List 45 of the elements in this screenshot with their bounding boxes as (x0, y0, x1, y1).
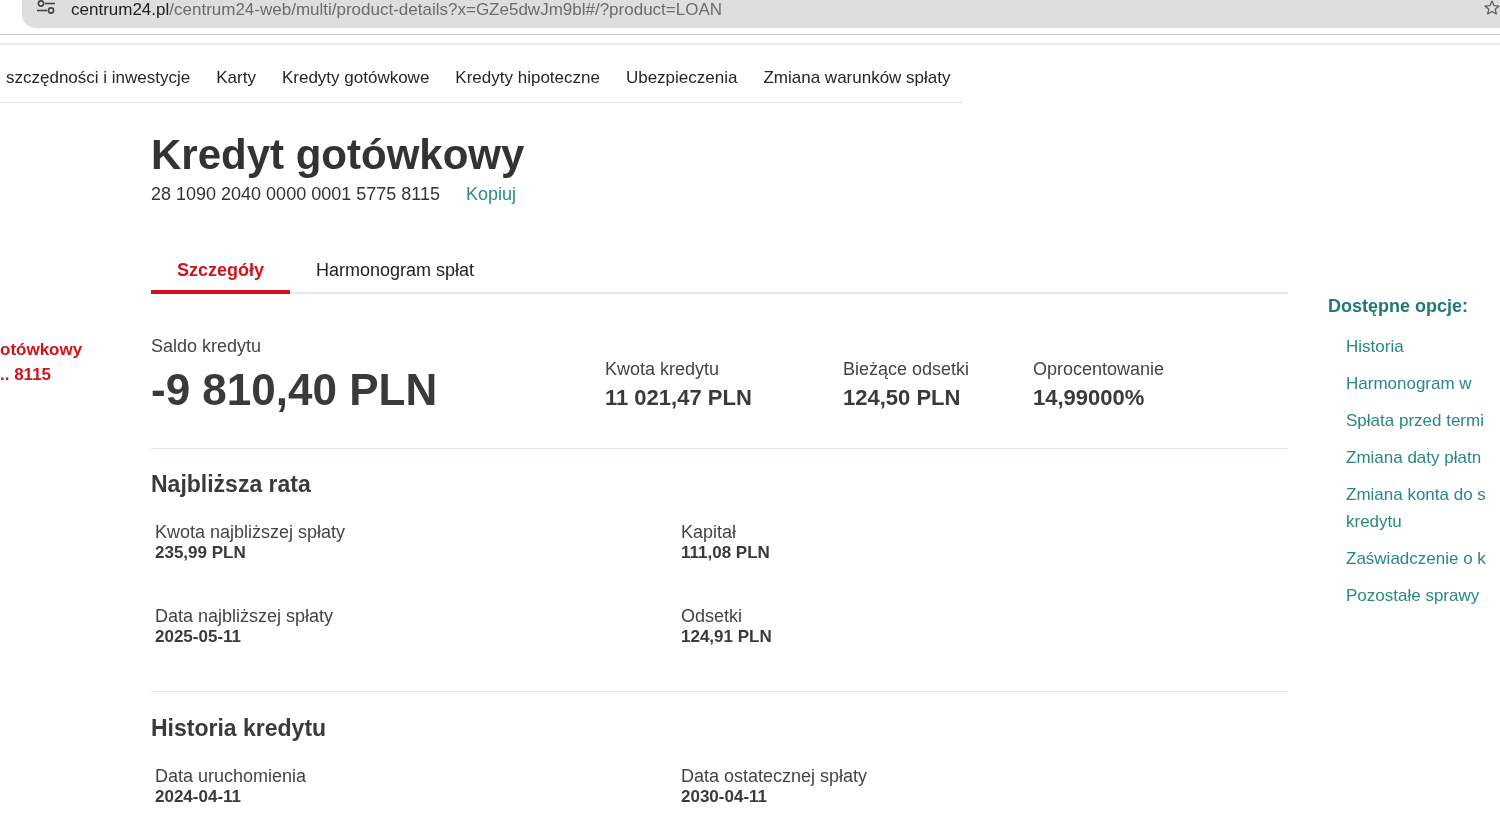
balance-label: Saldo kredytu (151, 335, 262, 358)
tab[interactable]: Harmonogram spłat (290, 246, 501, 294)
field-label: Kwota najbliższej spłaty (155, 521, 346, 543)
option-link[interactable]: Spłata przed termi (1346, 401, 1484, 439)
field-value: 235,99 PLN (155, 543, 246, 563)
summary-label: Oprocentowanie (1033, 358, 1165, 381)
field-value: 124,91 PLN (681, 627, 772, 647)
option-link[interactable]: Zmiana daty płatn (1346, 438, 1482, 476)
summary-label: Bieżące odsetki (843, 358, 970, 381)
bookmark-star-icon[interactable] (1484, 0, 1500, 15)
address-bar[interactable]: centrum24.pl/centrum24-web/multi/product-details?x=GZe5dwJm9bl#/?product=LOAN (22, 0, 1500, 28)
summary-value: 14,99000% (1033, 384, 1145, 412)
account-number: 28 1090 2040 0000 0001 5775 8115 (151, 183, 440, 206)
option-link[interactable]: Pozostałe sprawy (1346, 576, 1480, 614)
option-link[interactable]: Harmonogram w (1346, 364, 1472, 402)
product-link[interactable]: otówkowy .. 8115 (0, 336, 83, 387)
section-title: Historia kredytu (151, 714, 327, 743)
nav-link[interactable]: Zmiana warunków spłaty (763, 66, 951, 90)
field-label: Kapitał (681, 521, 737, 543)
field-value: 111,08 PLN (681, 543, 770, 563)
field-label: Data ostatecznej spłaty (681, 765, 868, 787)
tab[interactable]: Szczegóły (151, 246, 291, 294)
field-value: 2024-04-11 (155, 787, 242, 807)
site-settings-icon[interactable] (36, 0, 56, 14)
summary-value: 11 021,47 PLN (605, 384, 752, 412)
nav-link[interactable]: Kredyty gotówkowe (281, 66, 430, 90)
copy-link[interactable]: Kopiuj (465, 182, 516, 206)
nav-link[interactable]: Karty (216, 66, 256, 90)
option-link[interactable]: Zmiana konta do s kredytu (1346, 475, 1498, 540)
field-label: Data najbliższej spłaty (155, 605, 334, 627)
page-title: Kredyt gotówkowy (151, 130, 525, 180)
option-link[interactable]: Zaświadczenie o k (1346, 539, 1486, 577)
field-label: Data uruchomienia (155, 765, 307, 787)
balance-amount: -9 810,40 PLN (151, 364, 438, 416)
field-label: Odsetki (681, 605, 743, 627)
field-value: 2025-05-11 (155, 627, 242, 647)
summary-value: 124,50 PLN (843, 384, 961, 412)
nav-link[interactable]: szczędności i inwestycje (6, 66, 191, 90)
field-value: 2030-04-11 (681, 787, 768, 807)
nav-link[interactable]: Ubezpieczenia (625, 66, 738, 90)
nav-link[interactable]: Kredyty hipoteczne (455, 66, 600, 90)
section-title: Najbliższa rata (151, 470, 311, 499)
options-title: Dostępne opcje: (1328, 295, 1469, 318)
option-link[interactable]: Historia (1346, 327, 1404, 365)
summary-label: Kwota kredytu (605, 358, 720, 381)
